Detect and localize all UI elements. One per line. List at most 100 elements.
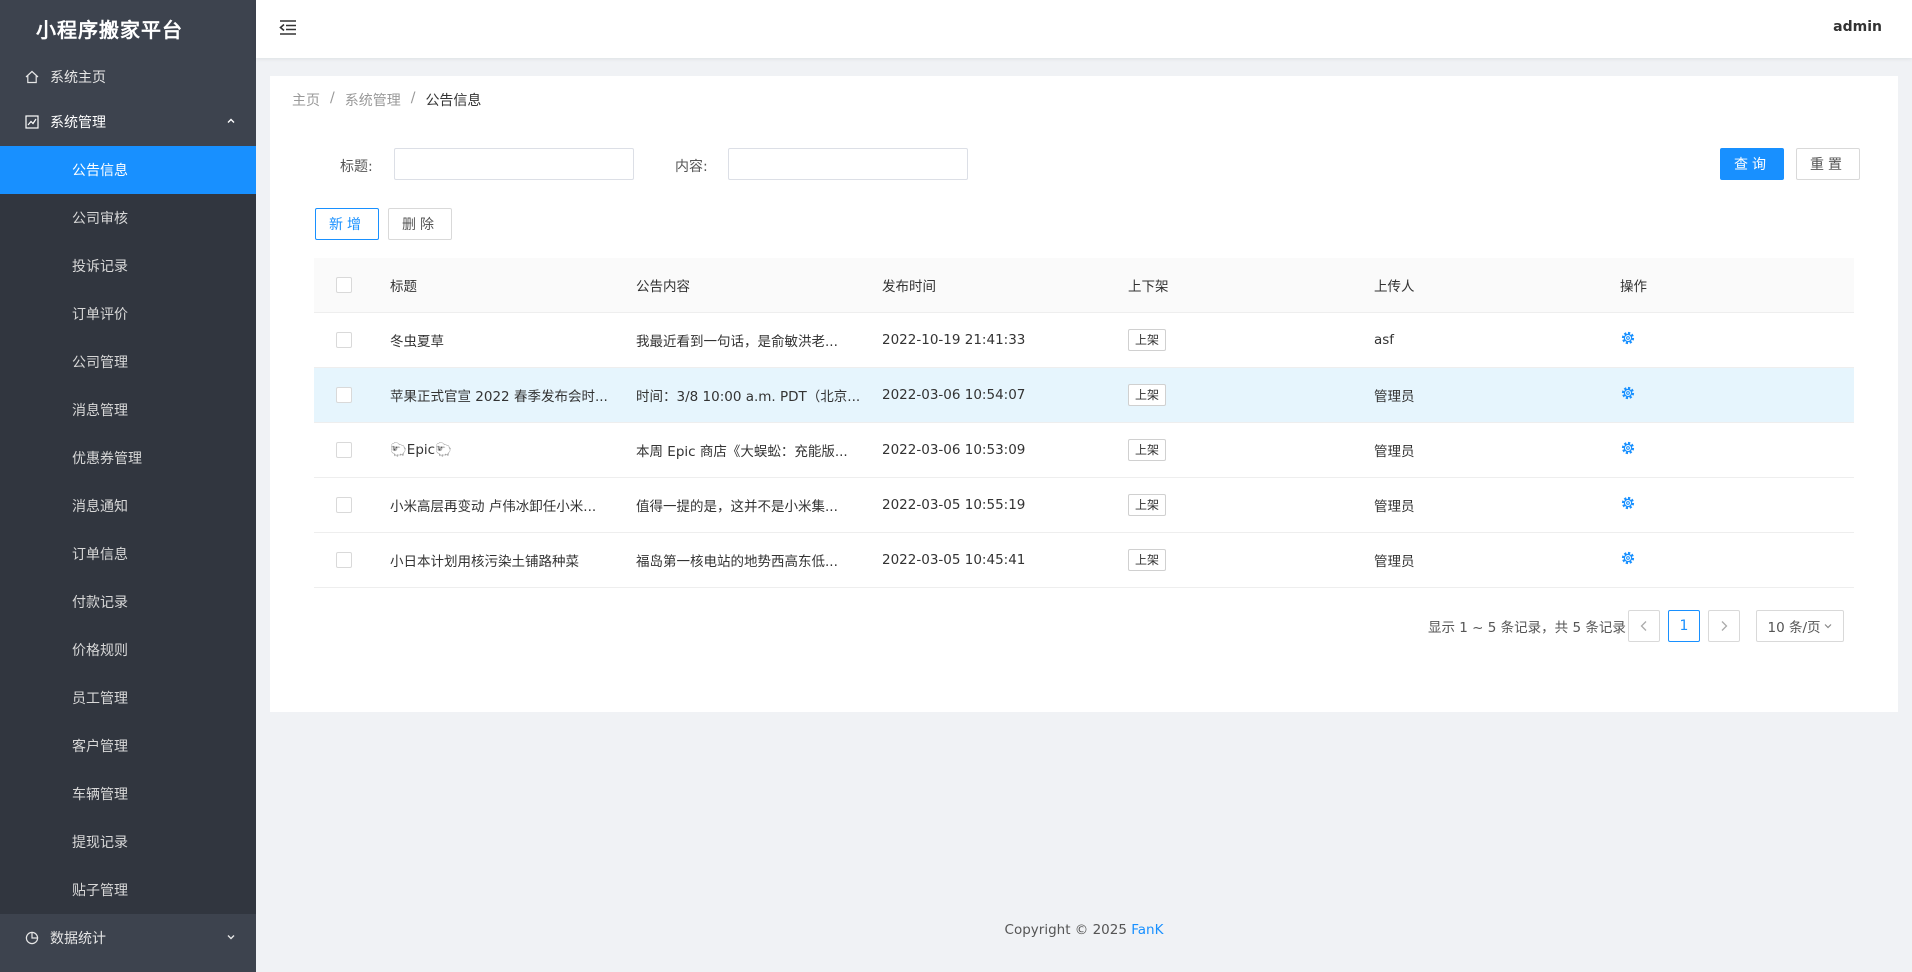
sidebar-item-vehicles[interactable]: 车辆管理 <box>0 770 256 818</box>
sidebar-item-label: 投诉记录 <box>72 259 128 275</box>
chevron-right-icon <box>1721 621 1728 631</box>
settings-gear-icon[interactable] <box>1620 550 1636 566</box>
sidebar-item-price-rules[interactable]: 价格规则 <box>0 626 256 674</box>
status-toggle-button[interactable]: 上架 <box>1128 383 1167 406</box>
sidebar-item-label: 订单评价 <box>72 307 128 323</box>
sidebar-item-home[interactable]: 系统主页 <box>0 56 256 98</box>
row-title: 小日本计划用核污染土铺路种菜 <box>390 532 636 588</box>
query-button[interactable]: 查询 <box>1720 148 1784 180</box>
sidebar-item-orders[interactable]: 订单信息 <box>0 530 256 578</box>
settings-gear-icon[interactable] <box>1620 495 1636 511</box>
row-title: 小米高层再变动 卢伟冰卸任小米... <box>390 477 636 533</box>
page-number-button[interactable]: 1 <box>1668 610 1700 642</box>
breadcrumb-home[interactable]: 主页 <box>292 90 320 110</box>
sidebar-item-order-reviews[interactable]: 订单评价 <box>0 290 256 338</box>
sidebar-item-label: 消息通知 <box>72 499 128 515</box>
sidebar-item-notice[interactable]: 公告信息 <box>0 146 256 194</box>
title-search-input[interactable] <box>394 148 634 180</box>
sidebar-item-staff[interactable]: 员工管理 <box>0 674 256 722</box>
sidebar-item-label: 提现记录 <box>72 835 128 851</box>
sidebar-item-payments[interactable]: 付款记录 <box>0 578 256 626</box>
footer-brand-link[interactable]: FanK <box>1131 922 1163 938</box>
breadcrumb-separator: / <box>330 90 335 106</box>
row-actions-cell <box>1620 422 1854 478</box>
delete-button[interactable]: 删除 <box>388 208 452 240</box>
prev-page-button[interactable] <box>1628 610 1660 642</box>
table-row: 🐑Epic🐑 本周 Epic 商店《大蜈蚣：充能版... 2022-03-06 … <box>314 422 1854 478</box>
row-checkbox[interactable] <box>336 551 352 568</box>
pie-chart-icon <box>24 930 40 946</box>
sidebar-item-label: 员工管理 <box>72 691 128 707</box>
row-select-cell <box>314 532 390 588</box>
sidebar-item-messages[interactable]: 消息管理 <box>0 386 256 434</box>
sidebar-item-companies[interactable]: 公司管理 <box>0 338 256 386</box>
sidebar-item-withdrawals[interactable]: 提现记录 <box>0 818 256 866</box>
sidebar-group-statistics[interactable]: 数据统计 <box>0 914 256 962</box>
row-uploader: 管理员 <box>1374 367 1620 423</box>
row-title: 苹果正式官宣 2022 春季发布会时... <box>390 367 636 423</box>
add-button[interactable]: 新增 <box>315 208 379 240</box>
home-icon <box>24 69 40 85</box>
sidebar-item-coupons[interactable]: 优惠券管理 <box>0 434 256 482</box>
sidebar-item-posts[interactable]: 贴子管理 <box>0 866 256 914</box>
row-time: 2022-03-05 10:45:41 <box>882 532 1128 588</box>
select-all-checkbox[interactable] <box>336 276 352 293</box>
row-actions-cell <box>1620 367 1854 423</box>
sidebar-item-notifications[interactable]: 消息通知 <box>0 482 256 530</box>
sidebar-item-company-review[interactable]: 公司审核 <box>0 194 256 242</box>
row-uploader: 管理员 <box>1374 477 1620 533</box>
sidebar-item-label: 价格规则 <box>72 643 128 659</box>
row-uploader: 管理员 <box>1374 532 1620 588</box>
title-label: 标题: <box>340 159 373 175</box>
content-card: 主页 / 系统管理 / 公告信息 标题: 内容: 查询 重置 新增 删除 标题 … <box>270 76 1898 712</box>
settings-gear-icon[interactable] <box>1620 330 1636 346</box>
breadcrumb-separator: / <box>410 90 416 106</box>
row-select-cell <box>314 477 390 533</box>
chevron-left-icon <box>1640 621 1647 631</box>
breadcrumb-current: 公告信息 <box>425 93 482 109</box>
sidebar: 小程序搬家平台 系统主页 系统管理 公告信息 公司审核 投诉记录 订单评价 公司… <box>0 0 256 972</box>
status-toggle-button[interactable]: 上架 <box>1128 493 1167 516</box>
content-search-input[interactable] <box>728 148 968 180</box>
row-title: 冬虫夏草 <box>390 312 636 368</box>
row-title: 🐑Epic🐑 <box>390 422 636 478</box>
breadcrumb-system[interactable]: 系统管理 <box>345 90 401 110</box>
sidebar-group-system[interactable]: 系统管理 <box>0 98 256 146</box>
breadcrumb: 主页 / 系统管理 / 公告信息 <box>292 90 481 110</box>
row-time: 2022-10-19 21:41:33 <box>882 312 1128 368</box>
settings-gear-icon[interactable] <box>1620 385 1636 401</box>
content-label: 内容: <box>675 159 708 175</box>
column-header-time: 发布时间 <box>882 258 1128 313</box>
sidebar-group-label: 数据统计 <box>50 931 106 947</box>
row-content: 我最近看到一句话，是俞敏洪老... <box>636 312 882 368</box>
row-select-cell <box>314 422 390 478</box>
status-toggle-button[interactable]: 上架 <box>1128 548 1167 571</box>
status-toggle-button[interactable]: 上架 <box>1128 328 1167 351</box>
footer-copyright: Copyright © 2025 FanK <box>256 922 1912 938</box>
sidebar-item-complaints[interactable]: 投诉记录 <box>0 242 256 290</box>
user-menu[interactable]: admin <box>1833 19 1882 35</box>
row-checkbox[interactable] <box>336 441 352 458</box>
settings-gear-icon[interactable] <box>1620 440 1636 456</box>
reset-button[interactable]: 重置 <box>1796 148 1860 180</box>
select-all-cell <box>314 258 390 313</box>
row-time: 2022-03-05 10:55:19 <box>882 477 1128 533</box>
row-checkbox[interactable] <box>336 331 352 348</box>
column-header-actions: 操作 <box>1620 258 1854 313</box>
row-checkbox[interactable] <box>336 496 352 513</box>
row-content: 福岛第一核电站的地势西高东低... <box>636 532 882 588</box>
sidebar-item-customers[interactable]: 客户管理 <box>0 722 256 770</box>
row-actions-cell <box>1620 312 1854 368</box>
app-logo-title: 小程序搬家平台 <box>36 17 183 42</box>
row-content: 值得一提的是，这并不是小米集... <box>636 477 882 533</box>
copyright-text: Copyright © 2025 <box>1004 922 1132 938</box>
status-toggle-button[interactable]: 上架 <box>1128 438 1167 461</box>
row-content: 时间：3/8 10:00 a.m. PDT（北京... <box>636 367 882 423</box>
table-row: 小日本计划用核污染土铺路种菜 福岛第一核电站的地势西高东低... 2022-03… <box>314 532 1854 588</box>
menu-fold-icon[interactable] <box>278 17 300 39</box>
row-status-cell: 上架 <box>1128 422 1374 478</box>
next-page-button[interactable] <box>1708 610 1740 642</box>
page-size-select[interactable]: 10 条/页 <box>1756 610 1844 642</box>
top-header: admin <box>256 0 1912 58</box>
row-checkbox[interactable] <box>336 386 352 403</box>
